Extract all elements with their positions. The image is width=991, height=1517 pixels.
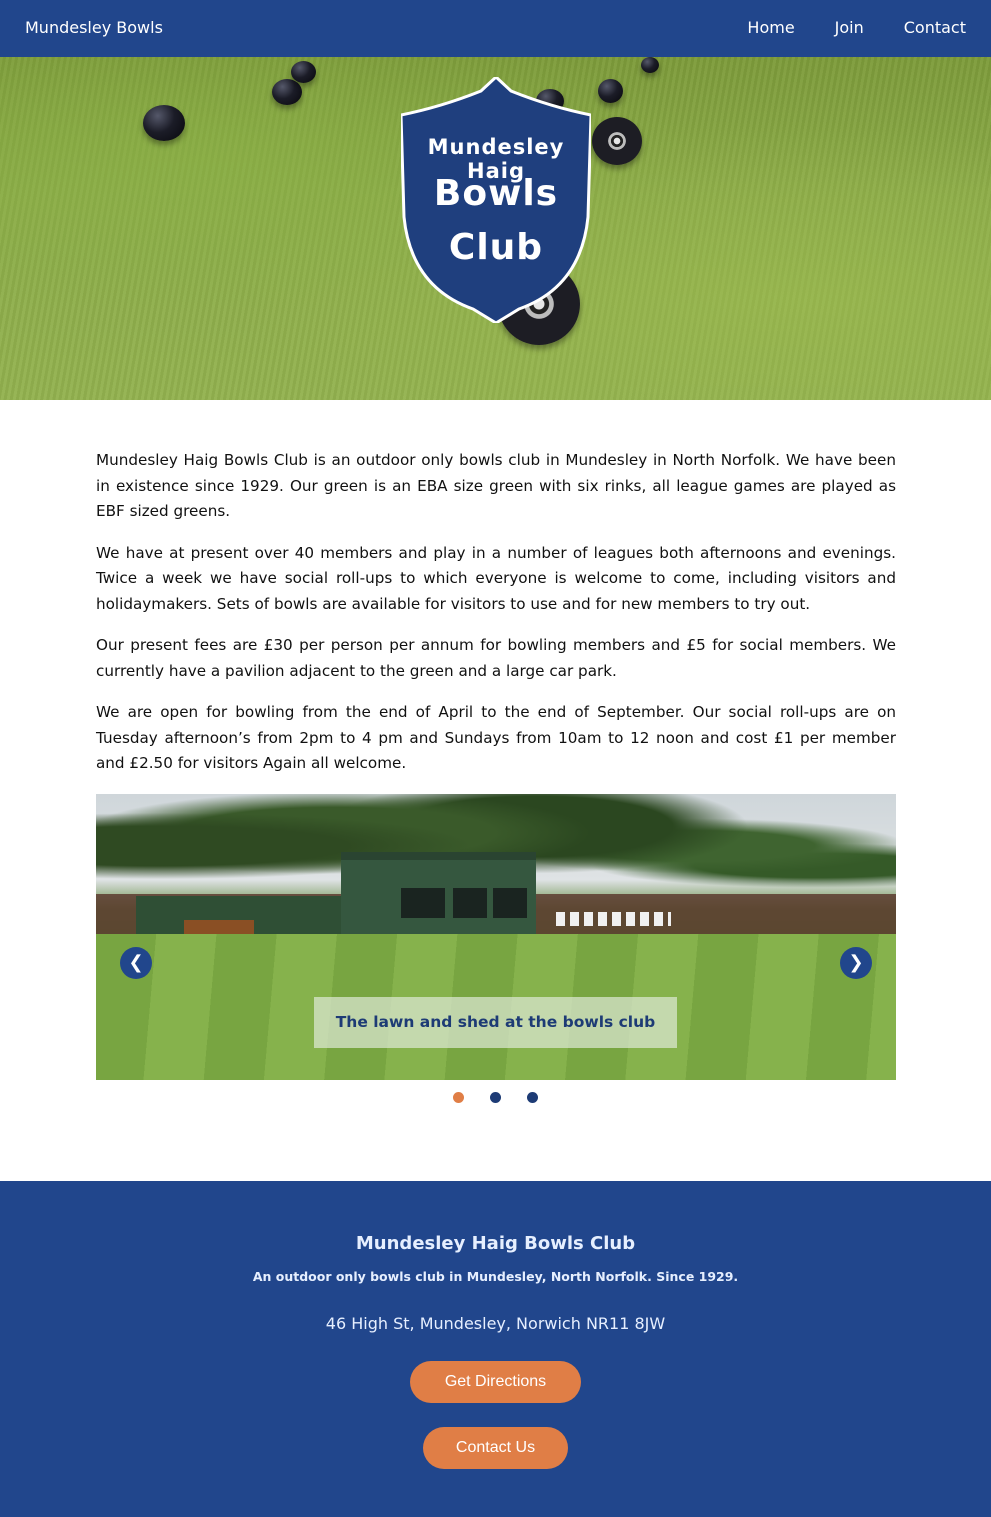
nav-link-join[interactable]: Join: [835, 18, 864, 37]
carousel-dot-2[interactable]: [490, 1092, 501, 1103]
footer-address: 46 High St, Mundesley, Norwich NR11 8JW: [325, 1314, 666, 1333]
intro-content: Mundesley Haig Bowls Club is an outdoor …: [96, 448, 896, 793]
bowl-image: [291, 61, 316, 83]
carousel-dot-1[interactable]: [453, 1092, 464, 1103]
carousel-dot-3[interactable]: [527, 1092, 538, 1103]
intro-paragraph: Our present fees are £30 per person per …: [96, 636, 896, 680]
top-navbar: Mundesley Bowls Home Join Contact: [0, 0, 991, 57]
bowl-image: [592, 117, 642, 165]
carousel-next-button[interactable]: ❯: [840, 947, 872, 979]
slide-image-chairs: [556, 912, 671, 926]
bowl-image: [641, 57, 659, 73]
footer-title: Mundesley Haig Bowls Club: [355, 1233, 636, 1254]
carousel-dots: [0, 1092, 991, 1104]
slide-caption: The lawn and shed at the bowls club: [314, 997, 677, 1048]
bowl-image: [272, 79, 302, 105]
nav-links: Home Join Contact: [747, 18, 966, 37]
intro-paragraph: We are open for bowling from the end of …: [96, 703, 896, 772]
bowl-image: [598, 79, 623, 103]
intro-paragraph: We have at present over 40 members and p…: [96, 543, 896, 613]
hero-banner: Mundesley Haig Bowls Club: [0, 57, 991, 400]
shed-window: [453, 888, 487, 918]
shed-window: [493, 888, 527, 918]
slide-image-bench: [184, 920, 254, 934]
slide-image-shed: [341, 852, 536, 940]
crest-text-line3: Club: [448, 227, 544, 268]
nav-link-contact[interactable]: Contact: [904, 18, 966, 37]
get-directions-button[interactable]: Get Directions: [410, 1361, 581, 1403]
bowl-image: [143, 105, 185, 141]
site-footer: Mundesley Haig Bowls Club An outdoor onl…: [0, 1181, 991, 1517]
crest-text-line2: Bowls: [433, 173, 559, 214]
photo-carousel: The lawn and shed at the bowls club ❮ ❯: [96, 794, 896, 1080]
shed-window: [401, 888, 445, 918]
nav-link-home[interactable]: Home: [747, 18, 794, 37]
intro-paragraph: Mundesley Haig Bowls Club is an outdoor …: [96, 451, 896, 520]
contact-us-button[interactable]: Contact Us: [423, 1427, 568, 1469]
carousel-prev-button[interactable]: ❮: [120, 947, 152, 979]
brand-link[interactable]: Mundesley Bowls: [25, 18, 163, 37]
footer-subtitle: An outdoor only bowls club in Mundesley,…: [252, 1269, 739, 1284]
club-crest-logo: Mundesley Haig Bowls Club: [399, 74, 593, 325]
